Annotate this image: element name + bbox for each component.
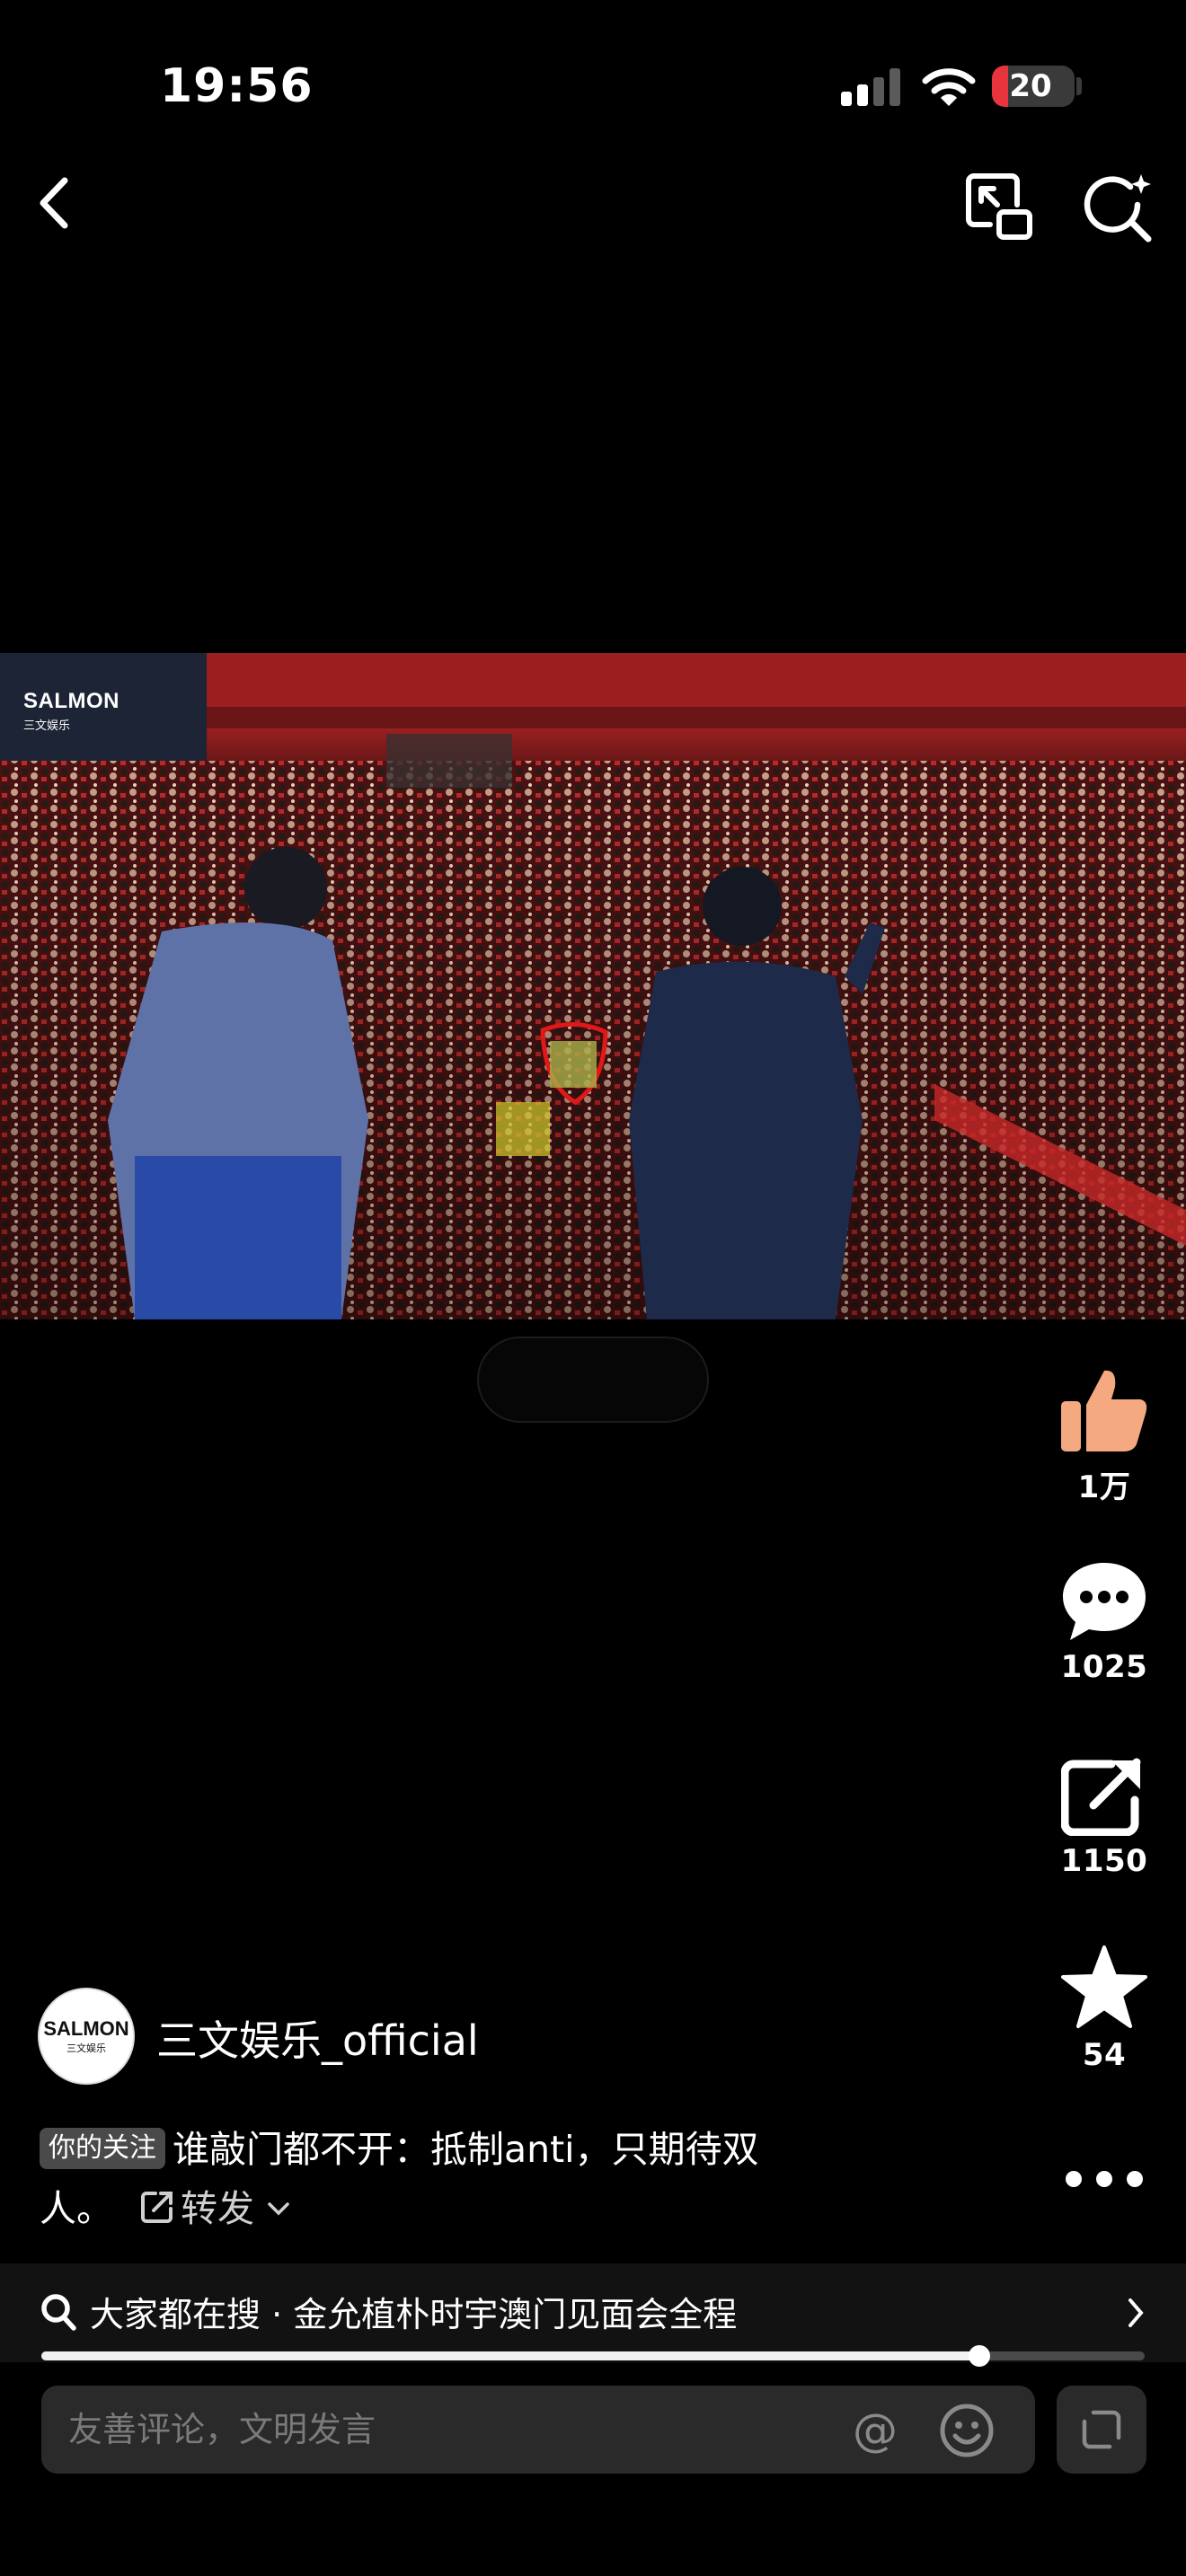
thumbs-up-icon [1061,1370,1147,1451]
search-suggestion-bar[interactable]: 大家都在搜 · 金允植朴时宇澳门见面会全程 [0,2263,1186,2362]
search-suggestion-text: 大家都在搜 · 金允植朴时宇澳门见面会全程 [90,2287,737,2336]
expand-icon [1082,2410,1121,2449]
like-button[interactable]: 1万 [1048,1365,1161,1506]
avatar-title: SALMON [43,2017,129,2040]
comment-input[interactable] [68,2386,841,2474]
repost-link[interactable]: 转发 [125,2187,291,2230]
progress-fill [41,2351,979,2360]
search-icon [41,2294,76,2331]
repost-label: 转发 [181,2187,255,2230]
cellular-signal-icon [841,68,900,106]
more-dot-icon [1066,2171,1082,2187]
emoji-icon[interactable] [938,2402,996,2459]
favorite-count: 54 [1082,2037,1127,2073]
watermark-subtitle: 三文娱乐 [23,719,71,733]
search-prefix: 大家都在搜 [90,2295,261,2334]
chevron-down-icon [268,2202,289,2216]
video-player[interactable]: SALMON 三文娱乐 [0,653,1186,1319]
share-button[interactable]: 1150 [1048,1755,1161,1879]
comment-bubble-icon [1063,1563,1146,1640]
chevron-left-icon [40,177,68,229]
status-time: 19:56 [160,59,314,113]
comment-box: @ [41,2386,1035,2474]
caption-text-line2: 人。 [40,2187,113,2230]
chevron-right-icon [1128,2298,1144,2327]
more-options-button[interactable] [1066,2161,1143,2197]
author-avatar[interactable]: SALMON 三文娱乐 [38,1988,135,2085]
picture-in-picture-icon[interactable] [963,171,1035,243]
share-count: 1150 [1060,1843,1148,1879]
progress-handle[interactable] [968,2345,990,2367]
comment-button[interactable]: 1025 [1048,1559,1161,1685]
share-icon [1061,1758,1141,1836]
more-dot-icon [1096,2171,1112,2187]
author-name[interactable]: 三文娱乐_official [156,2008,479,2068]
watermark-title: SALMON [23,689,119,713]
search-separator: · [271,2295,283,2334]
more-dot-icon [1127,2171,1143,2187]
favorite-button[interactable]: 54 [1048,1944,1161,2073]
external-link-icon [141,2192,173,2223]
expand-button[interactable] [1057,2386,1146,2474]
caption-pill[interactable] [477,1337,709,1423]
search-query: 金允植朴时宇澳门见面会全程 [293,2295,738,2334]
following-tag: 你的关注 [40,2128,165,2169]
star-icon [1061,1945,1147,2028]
mention-button[interactable]: @ [848,2404,902,2457]
battery-level: 20 [1009,68,1052,104]
video-caption: 你的关注 谁敲门都不开：抵制anti，只期待双 人。 转发 [40,2120,848,2238]
concert-scene-image [0,653,1186,1319]
playback-progress[interactable] [41,2345,1145,2367]
like-count: 1万 [1077,1469,1131,1505]
avatar-subtitle: 三文娱乐 [66,2042,106,2054]
battery-cap [1076,77,1082,95]
caption-text-line1: 谁敲门都不开：抵制anti，只期待双 [173,2128,759,2171]
wifi-icon [922,68,976,106]
video-watermark: SALMON 三文娱乐 [23,689,119,733]
battery-indicator: 20 [992,66,1075,107]
back-button[interactable] [27,171,81,235]
search-sparkle-icon[interactable] [1082,171,1154,243]
comment-count: 1025 [1060,1649,1148,1685]
